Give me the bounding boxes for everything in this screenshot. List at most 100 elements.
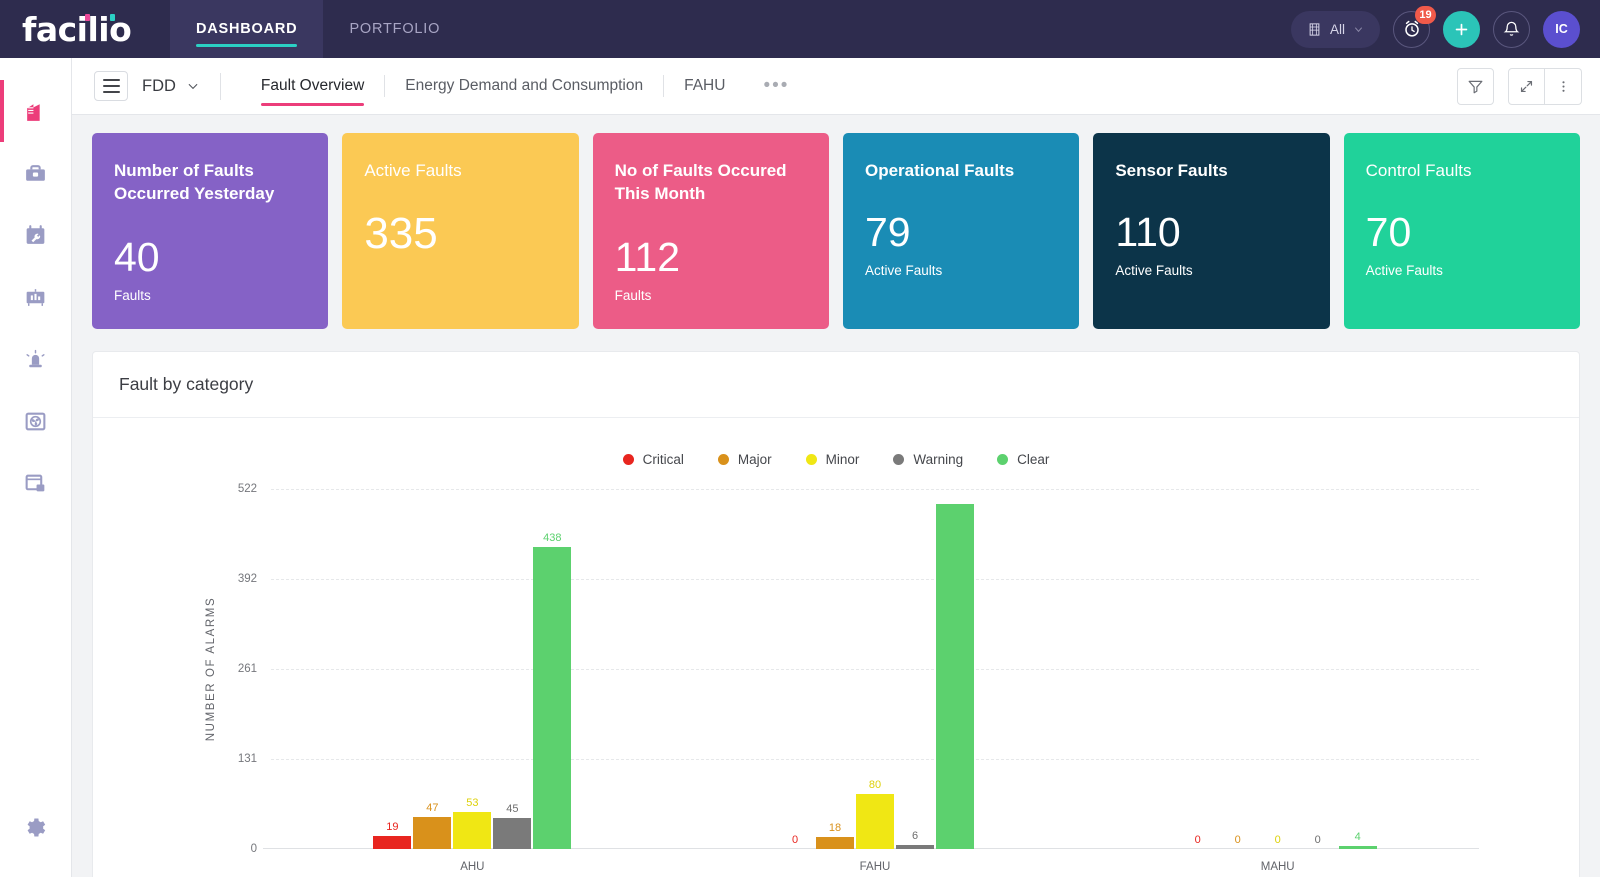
bar-value-label: 0	[1275, 834, 1281, 846]
bar-major-ahu[interactable]: 47	[413, 489, 451, 849]
sidebar-item-settings[interactable]	[0, 815, 72, 877]
dashboard-selector[interactable]: FDD	[142, 77, 200, 96]
bar-critical-mahu[interactable]: 0	[1179, 489, 1217, 849]
bars: 00004	[1179, 489, 1377, 849]
tab-fault-overview[interactable]: Fault Overview	[241, 58, 384, 114]
body-wrapper: FDD Fault Overview Energy Demand and Con…	[0, 58, 1600, 877]
kpi-subtitle: Active Faults	[865, 263, 1057, 278]
avatar-initials: IC	[1555, 22, 1568, 36]
kpi-card-active-faults[interactable]: Active Faults 335	[342, 133, 578, 329]
bar-minor-ahu[interactable]: 53	[453, 489, 491, 849]
user-avatar[interactable]: IC	[1543, 11, 1580, 48]
x-axis-tick-label: MAHU	[1076, 861, 1479, 873]
expand-button[interactable]	[1508, 68, 1545, 105]
bar-minor-fahu[interactable]: 80	[856, 489, 894, 849]
plus-icon	[1453, 21, 1470, 38]
hamburger-line	[103, 91, 120, 93]
bar-rect	[493, 818, 531, 849]
logo-dot-pink	[85, 14, 90, 21]
legend-item-warning[interactable]: Warning	[893, 452, 963, 467]
sidebar-item-maintenance[interactable]	[0, 204, 72, 266]
kpi-value: 79	[865, 212, 1057, 253]
dashboard-scroll-area[interactable]: Number of Faults Occurred Yesterday 40 F…	[72, 115, 1600, 877]
sidebar-item-analytics[interactable]	[0, 266, 72, 328]
sidebar-item-hvac[interactable]	[0, 390, 72, 452]
notifications-button[interactable]	[1493, 11, 1530, 48]
legend-item-major[interactable]: Major	[718, 452, 772, 467]
legend-label: Critical	[643, 452, 684, 467]
chevron-down-icon	[186, 79, 200, 93]
more-vertical-icon	[1555, 78, 1572, 95]
kpi-card-operational-faults[interactable]: Operational Faults 79 Active Faults	[843, 133, 1079, 329]
kpi-card-faults-yesterday[interactable]: Number of Faults Occurred Yesterday 40 F…	[92, 133, 328, 329]
main-content: FDD Fault Overview Energy Demand and Con…	[72, 58, 1600, 877]
kpi-card-faults-this-month[interactable]: No of Faults Occured This Month 112 Faul…	[593, 133, 829, 329]
kpi-value: 112	[615, 237, 807, 278]
tab-energy-demand[interactable]: Energy Demand and Consumption	[385, 58, 663, 114]
bar-chart[interactable]: CriticalMajorMinorWarningClear NUMBER OF…	[93, 418, 1579, 877]
bar-value-label: 47	[426, 802, 438, 814]
tabs-overflow-button[interactable]: •••	[745, 75, 807, 97]
bar-critical-ahu[interactable]: 19	[373, 489, 411, 849]
nav-tab-portfolio[interactable]: PORTFOLIO	[323, 0, 466, 58]
kpi-title: Number of Faults Occurred Yesterday	[114, 159, 306, 206]
building-selector[interactable]: All	[1291, 11, 1380, 48]
bar-clear-mahu[interactable]: 4	[1339, 489, 1377, 849]
bar-rect	[856, 794, 894, 849]
nav-tab-dashboard[interactable]: DASHBOARD	[170, 0, 323, 58]
kpi-value: 110	[1115, 212, 1307, 253]
alarm-clock-button[interactable]: 19	[1393, 11, 1430, 48]
sidebar-item-assets[interactable]	[0, 142, 72, 204]
logo-dot-teal	[110, 14, 115, 21]
bar-rect	[816, 837, 854, 849]
sidebar-item-dashboards[interactable]	[0, 452, 72, 514]
left-sidebar	[0, 58, 72, 877]
add-button[interactable]	[1443, 11, 1480, 48]
bar-warning-fahu[interactable]: 6	[896, 489, 934, 849]
bar-value-label: 80	[869, 779, 881, 791]
bar-value-label: 0	[1235, 834, 1241, 846]
chart-plot-area: NUMBER OF ALARMS 01312613925221947534543…	[271, 489, 1479, 849]
bar-value-label: 0	[1195, 834, 1201, 846]
bar-value-label: 0	[792, 834, 798, 846]
kpi-value: 70	[1366, 212, 1558, 253]
kpi-card-control-faults[interactable]: Control Faults 70 Active Faults	[1344, 133, 1580, 329]
sidebar-item-alarms[interactable]	[0, 328, 72, 390]
bar-group-ahu: 19475345438AHU	[271, 489, 674, 849]
sidebar-item-buildings[interactable]	[0, 80, 72, 142]
app-logo[interactable]: facilio	[0, 0, 170, 58]
overflow-menu-button[interactable]	[1545, 68, 1582, 105]
hamburger-line	[103, 79, 120, 81]
legend-item-minor[interactable]: Minor	[806, 452, 860, 467]
legend-item-critical[interactable]: Critical	[623, 452, 684, 467]
filter-button[interactable]	[1457, 68, 1494, 105]
bar-clear-fahu[interactable]: 522	[936, 489, 974, 849]
toolbar-divider	[220, 73, 221, 100]
bar-critical-fahu[interactable]: 0	[776, 489, 814, 849]
bars: 19 47 53 45 438	[373, 489, 571, 849]
bar-minor-mahu[interactable]: 0	[1259, 489, 1297, 849]
dashboard-menu-button[interactable]	[94, 71, 128, 101]
y-axis-tick-label: 261	[238, 663, 257, 675]
bar-rect	[373, 836, 411, 849]
nav-right-actions: All 19 IC	[1291, 0, 1600, 58]
y-axis-tick-label: 522	[238, 483, 257, 495]
bar-major-fahu[interactable]: 18	[816, 489, 854, 849]
chart-legend: Critical Major Minor Warning Clear	[93, 418, 1579, 467]
alarm-light-icon	[23, 347, 48, 372]
bar-rect	[1339, 846, 1377, 849]
bell-icon	[1502, 20, 1521, 39]
kpi-card-sensor-faults[interactable]: Sensor Faults 110 Active Faults	[1093, 133, 1329, 329]
y-axis-tick-label: 0	[251, 843, 257, 855]
legend-item-clear[interactable]: Clear	[997, 452, 1049, 467]
bar-value-label: 53	[466, 797, 478, 809]
bar-major-mahu[interactable]: 0	[1219, 489, 1257, 849]
bar-rect	[936, 504, 974, 849]
bar-clear-ahu[interactable]: 438	[533, 489, 571, 849]
tab-fahu[interactable]: FAHU	[664, 58, 745, 114]
bar-value-label: 18	[829, 822, 841, 834]
bar-warning-mahu[interactable]: 0	[1299, 489, 1337, 849]
kpi-title: No of Faults Occured This Month	[615, 159, 807, 206]
bar-warning-ahu[interactable]: 45	[493, 489, 531, 849]
bar-value-label: 438	[543, 532, 561, 544]
